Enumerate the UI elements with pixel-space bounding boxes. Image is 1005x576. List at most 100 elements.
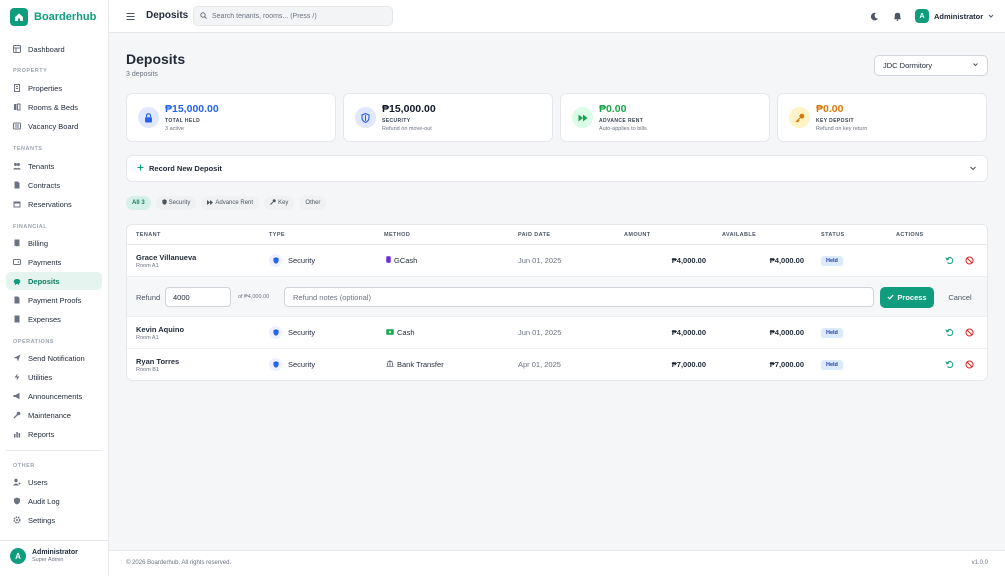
amount: ₱4,000.00	[671, 256, 706, 265]
sidebar-item-billing[interactable]: Billing	[6, 234, 102, 252]
sidebar-item-contracts[interactable]: Contracts	[6, 176, 102, 194]
sidebar-item-vacancy-board[interactable]: Vacancy Board	[6, 117, 102, 135]
calendar-icon	[13, 200, 21, 208]
payment-method: GCash	[386, 256, 417, 265]
topbar: Deposits A Administrator	[109, 0, 1005, 33]
filter-advance-rent[interactable]: Advance Rent	[201, 196, 260, 210]
property-select[interactable]: JDC Dormitory	[874, 55, 988, 76]
shield-icon	[269, 254, 282, 267]
table-row: Grace Villanueva Room A1 Security GCash …	[127, 245, 987, 277]
sidebar-item-properties[interactable]: Properties	[6, 79, 102, 97]
process-button[interactable]: Process	[880, 287, 934, 308]
sidebar-item-deposits[interactable]: Deposits	[6, 272, 102, 290]
sidebar-item-label: Audit Log	[28, 496, 60, 506]
forfeit-icon[interactable]	[965, 328, 974, 337]
sidebar-item-tenants[interactable]: Tenants	[6, 157, 102, 175]
payment-method-label: Cash	[397, 328, 415, 337]
sidebar-item-utilities[interactable]: Utilities	[6, 368, 102, 386]
deposit-type: Security	[269, 326, 315, 339]
document-icon	[13, 181, 21, 189]
available: ₱4,000.00	[769, 328, 804, 337]
sidebar-item-reservations[interactable]: Reservations	[6, 195, 102, 213]
sidebar-item-label: Deposits	[28, 276, 60, 286]
sidebar-item-announcements[interactable]: Announcements	[6, 387, 102, 405]
search-input[interactable]	[212, 12, 392, 20]
tenant-name: Kevin Aquino	[136, 325, 185, 334]
sidebar-item-payment-proofs[interactable]: Payment Proofs	[6, 291, 102, 309]
paid-date: Apr 01, 2025	[518, 360, 561, 369]
shield-icon	[355, 107, 376, 128]
refund-max-text: of ₱4,000.00	[238, 294, 270, 300]
topbar-title: Deposits	[146, 10, 189, 21]
deposit-type-label: Security	[288, 360, 316, 369]
sidebar-item-settings[interactable]: Settings	[6, 511, 102, 529]
bell-icon[interactable]	[893, 12, 902, 21]
record-new-deposit-toggle[interactable]: Record New Deposit	[126, 155, 988, 182]
filter-security[interactable]: Security	[155, 196, 197, 210]
sidebar-item-label: Tenants	[28, 161, 55, 171]
forfeit-icon[interactable]	[965, 360, 974, 369]
cancel-button[interactable]: Cancel	[939, 287, 981, 308]
sidebar-item-label: Billing	[28, 238, 49, 248]
sidebar-item-label: Reports	[28, 429, 55, 439]
section-operations: OPERATIONS	[13, 339, 54, 345]
send-icon	[13, 354, 21, 362]
filter-all[interactable]: All 3	[126, 196, 151, 210]
shield-icon	[269, 326, 282, 339]
refund-amount-input[interactable]	[165, 287, 231, 307]
search-box[interactable]	[193, 6, 393, 26]
available: ₱7,000.00	[769, 360, 804, 369]
sidebar-item-expenses[interactable]: Expenses	[6, 310, 102, 328]
brand[interactable]: Boarderhub	[10, 8, 96, 26]
filter-label: All 3	[132, 200, 145, 206]
sidebar-item-label: Payment Proofs	[28, 295, 82, 305]
wrench-icon	[13, 411, 21, 419]
bolt-icon	[13, 373, 21, 381]
expense-icon	[13, 315, 21, 323]
refund-notes-input[interactable]	[284, 287, 874, 307]
table-row: Kevin Aquino Room A1 Security Cash Jun 0…	[127, 317, 987, 349]
section-tenants: TENANTS	[13, 146, 43, 152]
refund-icon[interactable]	[945, 328, 954, 337]
sidebar-user[interactable]: A Administrator Super Admin	[10, 548, 78, 564]
status-badge: Held	[821, 256, 843, 266]
status-badge: Held	[821, 328, 843, 338]
sidebar-item-audit-log[interactable]: Audit Log	[6, 492, 102, 510]
sidebar-item-send-notification[interactable]: Send Notification	[6, 349, 102, 367]
filter-key[interactable]: Key	[264, 196, 295, 210]
refund-form: Refund of ₱4,000.00 Process Cancel	[127, 277, 987, 317]
sidebar-item-reports[interactable]: Reports	[6, 425, 102, 443]
section-property: PROPERTY	[13, 68, 48, 74]
card-note: Refund on key return	[816, 126, 868, 132]
dashboard-icon	[13, 45, 21, 53]
forfeit-icon[interactable]	[965, 256, 974, 265]
card-note: Refund on move-out	[382, 126, 432, 132]
filter-other[interactable]: Other	[299, 196, 327, 210]
amount: ₱7,000.00	[671, 360, 706, 369]
type-filters: All 3 Security Advance Rent Key Other	[126, 196, 327, 210]
tenant-room: Room A1	[136, 335, 159, 341]
menu-icon[interactable]	[126, 12, 135, 21]
payment-method: Bank Transfer	[386, 360, 444, 369]
user-name: Administrator	[934, 11, 984, 21]
page-subtitle: 3 deposits	[126, 71, 158, 78]
sidebar-item-maintenance[interactable]: Maintenance	[6, 406, 102, 424]
sidebar: Boarderhub Dashboard PROPERTY Properties…	[0, 0, 109, 576]
filter-label: Security	[168, 200, 191, 206]
sidebar-item-payments[interactable]: Payments	[6, 253, 102, 271]
sidebar-item-users[interactable]: Users	[6, 473, 102, 491]
sidebar-item-dashboard[interactable]: Dashboard	[6, 40, 102, 58]
board-icon	[13, 122, 21, 130]
sidebar-item-label: Users	[28, 477, 48, 487]
card-value: ₱15,000.00	[165, 103, 219, 115]
payment-method-label: GCash	[394, 256, 418, 265]
dark-mode-icon[interactable]	[870, 12, 879, 21]
refund-icon[interactable]	[945, 256, 954, 265]
sidebar-item-label: Expenses	[28, 314, 61, 324]
user-menu[interactable]: A Administrator	[915, 9, 994, 23]
sidebar-item-rooms-beds[interactable]: Rooms & Beds	[6, 98, 102, 116]
header-amount: AMOUNT	[624, 232, 651, 238]
refund-icon[interactable]	[945, 360, 954, 369]
payment-method: Cash	[386, 328, 415, 337]
phone-icon	[386, 256, 391, 265]
